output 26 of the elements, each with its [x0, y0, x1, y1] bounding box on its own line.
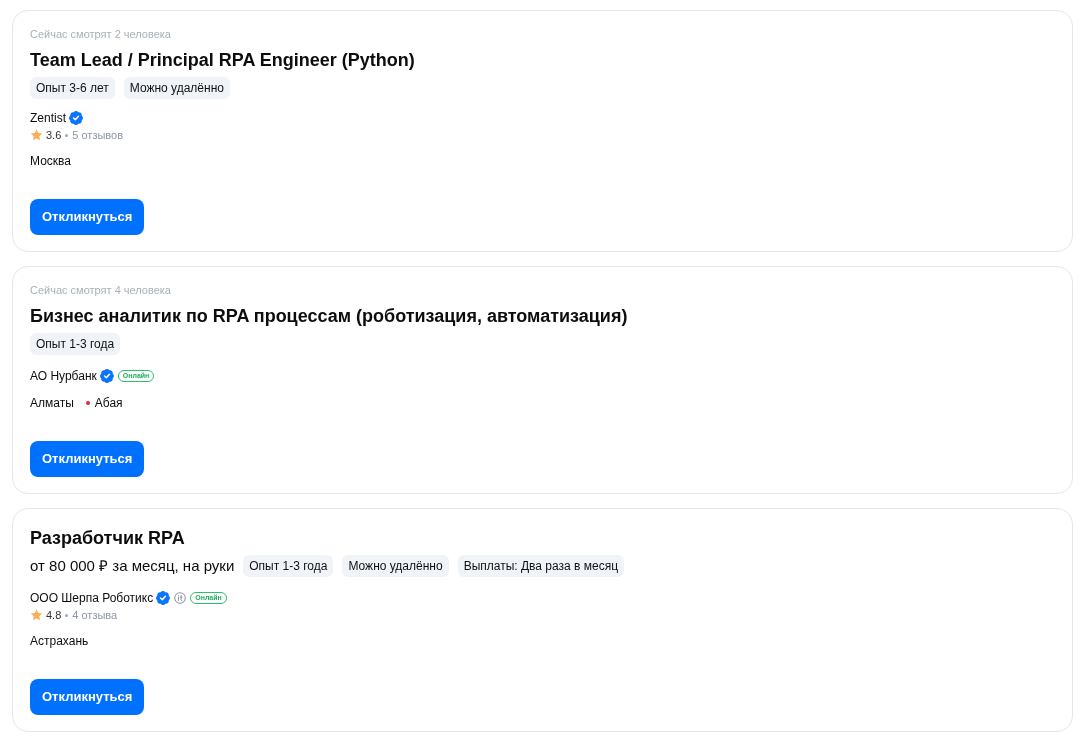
city: Астрахань [30, 633, 89, 650]
rating-score: 3.6 [46, 127, 62, 143]
tag: Опыт 3-6 лет [30, 77, 115, 99]
tag: Можно удалённо [342, 555, 449, 577]
vacancy-title[interactable]: Бизнес аналитик по RPA процессам (роботизация, автоматизация) [30, 303, 1055, 329]
city: Москва [30, 153, 71, 170]
viewers-count: Сейчас смотрят 4 человека [30, 283, 172, 298]
viewers-count: Сейчас смотрят 2 человека [30, 27, 172, 42]
company-name[interactable]: АО Нурбанк [30, 368, 97, 384]
company-name[interactable]: Zentist [30, 110, 66, 126]
salary: от 80 000 ₽ за месяц, на руки [30, 556, 235, 576]
tag: Опыт 1-3 года [30, 333, 121, 355]
tag: Опыт 1-3 года [243, 555, 334, 577]
company-name[interactable]: ООО Шерпа Роботикс [30, 590, 154, 606]
rating-score: 4.8 [46, 607, 62, 623]
respond-button[interactable]: Откликнуться [30, 199, 145, 235]
star-icon [30, 609, 43, 621]
metro-station: Абая [94, 395, 123, 412]
respond-button[interactable]: Откликнуться [30, 441, 145, 477]
vacancy-title[interactable]: Разработчик RPA [30, 525, 1055, 551]
tag: Можно удалённо [123, 77, 230, 99]
star-icon [30, 129, 43, 141]
respond-button[interactable]: Откликнуться [30, 679, 145, 715]
tag: Выплаты: Два раза в месяц [457, 555, 625, 577]
city: Алматы [30, 395, 74, 412]
vacancy-title[interactable]: Team Lead / Principal RPA Engineer (Python) [30, 47, 1055, 73]
